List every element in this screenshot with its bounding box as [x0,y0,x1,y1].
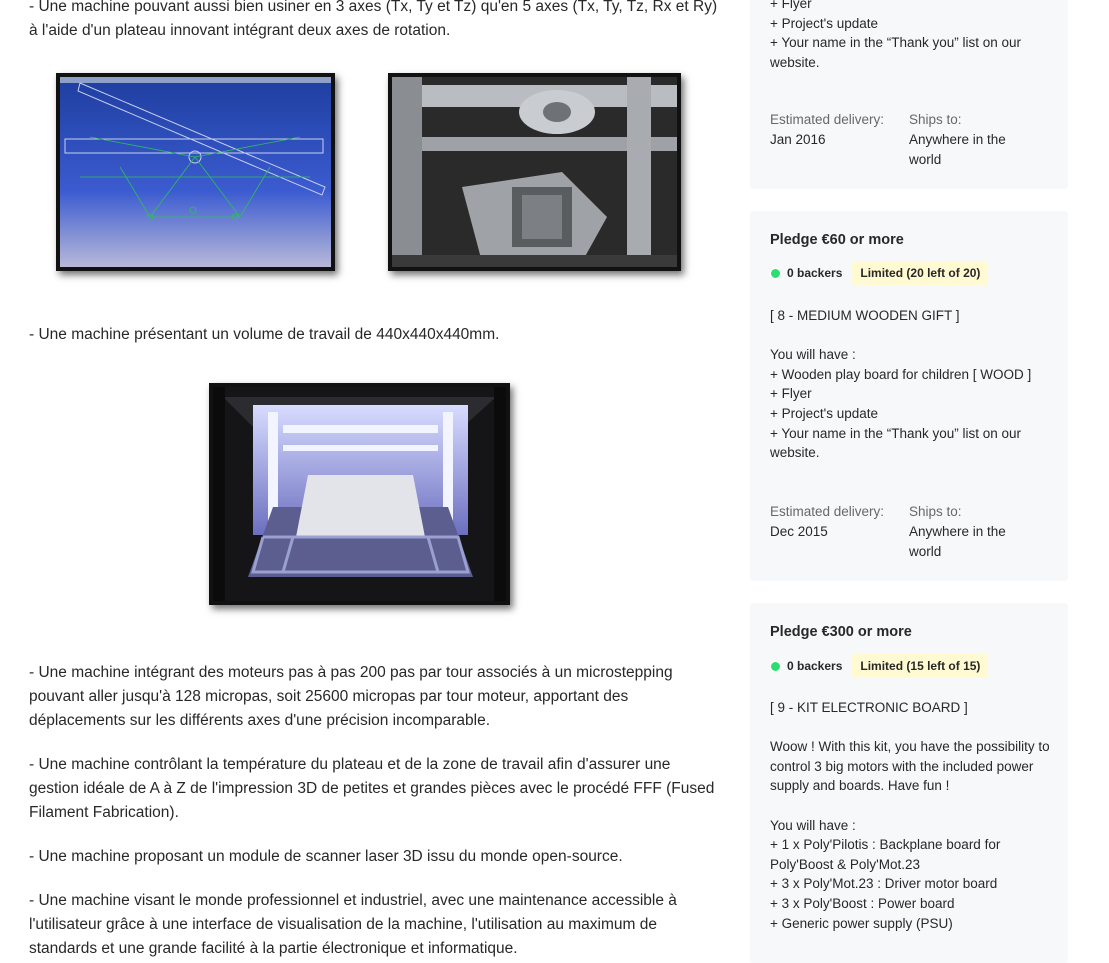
ships-to-label: Ships to: [909,504,962,519]
reward-item: + Flyer [770,0,812,11]
estimated-delivery-label: Estimated delivery: [770,504,885,519]
reward-stats: 0 backers Limited (15 left of 15) [770,654,989,678]
backers-status-icon [770,267,781,279]
reward-name: [ 8 - MEDIUM WOODEN GIFT ] [770,308,960,323]
reward-have-label: You will have : [770,347,856,363]
reward-item: + 3 x Poly'Mot.23 : Driver motor board [770,876,998,892]
paragraph-temperature: - Une machine contrôlant la température … [29,756,715,821]
reward-card-previous[interactable]: + Flyer + Project's update + Your name i… [750,0,1068,189]
reward-stats: 0 backers Limited (20 left of 20) [770,261,989,285]
limited-badge: Limited (20 left of 20) [852,261,989,285]
paragraph-5-axes: - Une machine pouvant aussi bien usiner … [29,0,718,39]
reward-have-label: You will have : [770,817,856,833]
estimated-delivery-value: Dec 2015 [770,524,828,539]
reward-item: + Generic power supply (PSU) [770,915,953,931]
reward-item: + Project's update [770,15,879,31]
reward-item: + Flyer [770,386,812,402]
ships-to-value: Anywhere in the world [909,132,1006,167]
backers-status-icon [770,660,781,672]
reward-item: + Your name in the “Thank you” list on o… [770,35,1022,70]
cad-screenshot-image [56,73,335,271]
estimated-delivery-value: Jan 2016 [770,132,826,147]
reward-item: + Project's update [770,405,879,421]
reward-description: [ 9 - KIT ELECTRONIC BOARD ] Woow ! With… [770,698,1050,933]
reward-card-60[interactable]: Pledge €60 or more 0 backers Limited (20… [750,211,1068,581]
paragraph-professional: - Une machine visant le monde profession… [29,892,677,957]
reward-item: + 1 x Poly'Pilotis : Backplane board for… [770,837,1001,872]
reward-items-list: + Flyer + Project's update + Your name i… [770,0,1055,72]
paragraph-laser-scanner: - Une machine proposant un module de sca… [29,848,623,865]
ships-to-label: Ships to: [909,112,962,127]
paragraph-stepper-motors: - Une machine intégrant des moteurs pas … [29,664,673,729]
reward-item: + Wooden play board for children [ WOOD … [770,366,1032,382]
reward-item: + 3 x Poly'Boost : Power board [770,895,955,911]
reward-card-300[interactable]: Pledge €300 or more 0 backers Limited (1… [750,603,1068,963]
pledge-amount-title: Pledge €300 or more [770,624,912,640]
machine-interior-photo-image [209,383,510,605]
backers-count: 0 backers [787,266,843,280]
pledge-amount-title: Pledge €60 or more [770,232,904,248]
machine-photo-motor-image [388,73,681,271]
reward-name: [ 9 - KIT ELECTRONIC BOARD ] [770,700,968,715]
limited-badge: Limited (15 left of 15) [852,654,989,678]
estimated-delivery-label: Estimated delivery: [770,112,885,127]
reward-intro: Woow ! With this kit, you have the possi… [770,739,1050,794]
reward-description: [ 8 - MEDIUM WOODEN GIFT ] You will have… [770,306,1055,463]
backers-count: 0 backers [787,659,843,673]
paragraph-work-volume: - Une machine présentant un volume de tr… [29,326,500,343]
reward-item: + Your name in the “Thank you” list on o… [770,425,1022,461]
ships-to-value: Anywhere in the world [909,524,1006,559]
